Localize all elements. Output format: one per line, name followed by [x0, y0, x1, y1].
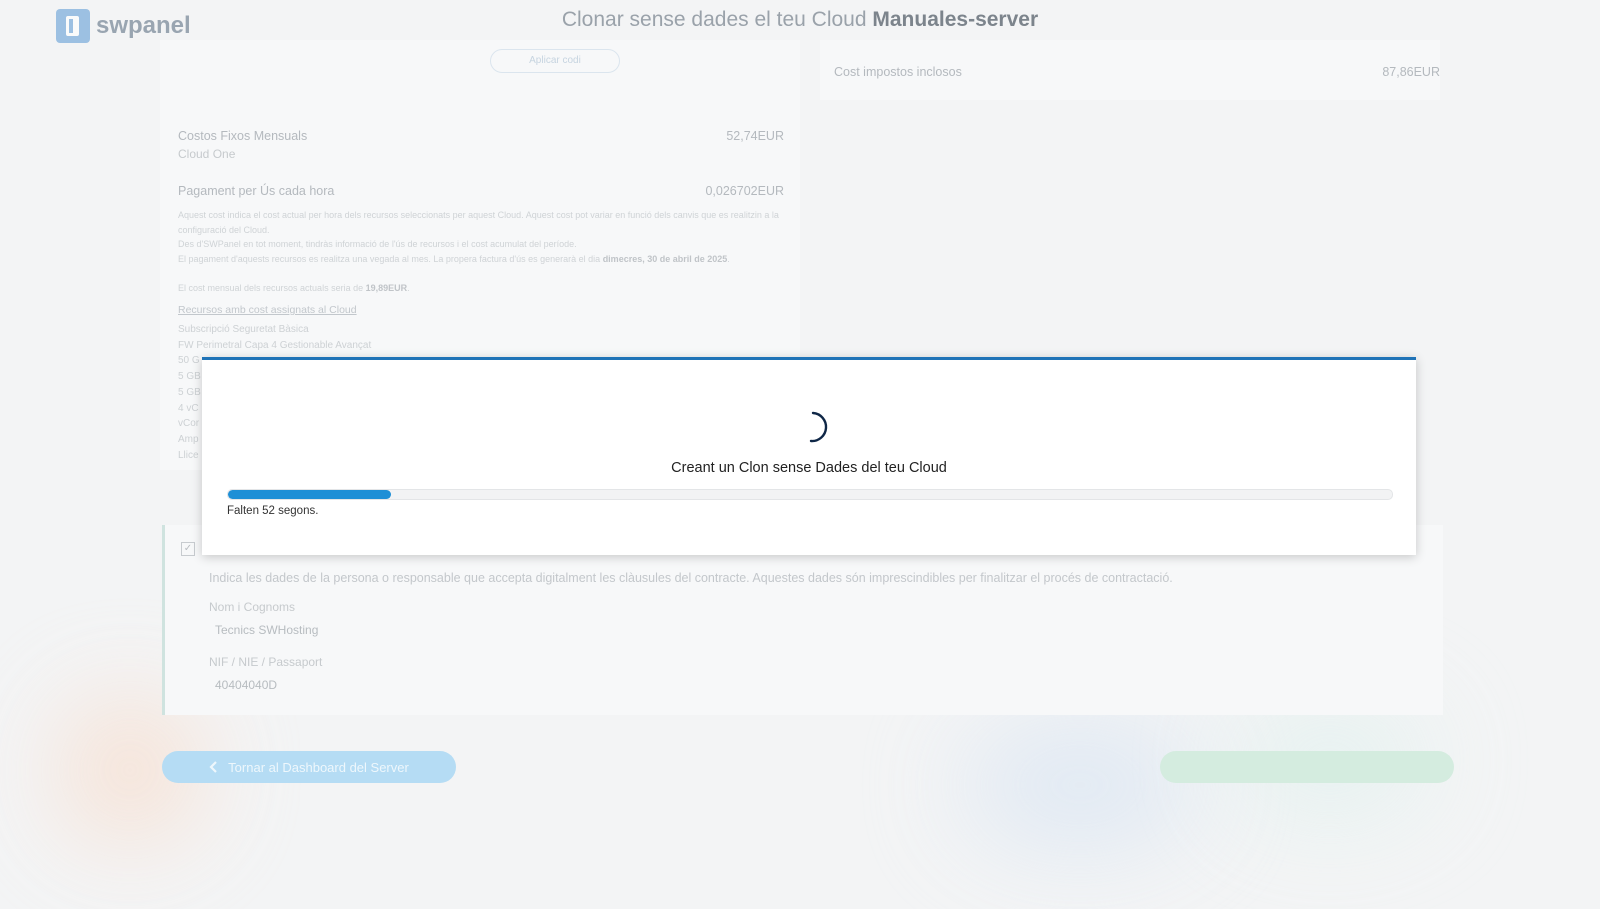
tax-row: Cost impostos inclosos 87,86EUR: [834, 65, 1440, 79]
hourly-note-3: El pagament d'aquests recursos es realit…: [178, 252, 784, 267]
name-field[interactable]: Tecnics SWHosting: [215, 623, 318, 637]
progress-bar: [227, 489, 1393, 500]
name-label: Nom i Cognoms: [209, 600, 296, 614]
page-title: Clonar sense dades el teu Cloud Manuales…: [0, 8, 1600, 32]
apply-code-button[interactable]: Aplicar codi: [490, 49, 620, 73]
tax-label: Cost impostos inclosos: [834, 65, 962, 79]
fixed-costs-row: Costos Fixos Mensuals 52,74EUR: [178, 129, 784, 143]
hourly-note-1: Aquest cost indica el cost actual per ho…: [178, 210, 779, 235]
hourly-note-4: El cost mensual dels recursos actuals se…: [178, 281, 784, 296]
fixed-costs-value: 52,74EUR: [726, 129, 784, 143]
fixed-costs-label: Costos Fixos Mensuals: [178, 129, 308, 143]
fixed-costs-plan: Cloud One: [178, 147, 236, 161]
hourly-cost-label: Pagament per Ús cada hora: [178, 184, 335, 198]
id-field[interactable]: 40404040D: [215, 678, 277, 692]
resource-item: FW Perimetral Capa 4 Gestionable Avançat: [178, 339, 372, 351]
page-title-server: Manuales-server: [872, 8, 1039, 31]
progress-bar-fill: [228, 490, 391, 499]
bg-blob: [960, 720, 1200, 850]
page-title-prefix: Clonar sense dades el teu Cloud: [561, 8, 873, 31]
note-3-suffix: .: [727, 254, 730, 264]
chevron-left-icon: [209, 761, 217, 773]
hourly-cost-row: Pagament per Ús cada hora 0,026702EUR: [178, 184, 784, 198]
back-to-dashboard-button[interactable]: Tornar al Dashboard del Server: [162, 751, 456, 783]
back-button-label: Tornar al Dashboard del Server: [228, 759, 409, 775]
id-label: NIF / NIE / Passaport: [209, 655, 323, 669]
clone-progress-modal: Creant un Clon sense Dades del teu Cloud…: [202, 357, 1416, 555]
next-invoice-date: dimecres, 30 de abril de 2025: [602, 254, 728, 264]
remaining-time: Falten 52 segons.: [227, 505, 319, 517]
hourly-cost-value: 0,026702EUR: [705, 184, 784, 198]
resources-link[interactable]: Recursos amb cost assignats al Cloud: [178, 304, 357, 316]
note-4-prefix: El cost mensual dels recursos actuals se…: [178, 283, 366, 293]
continue-button[interactable]: [1160, 751, 1454, 783]
monthly-estimate: 19,89EUR: [365, 283, 408, 293]
accept-terms-checkbox[interactable]: ✓: [181, 542, 195, 556]
note-3-prefix: El pagament d'aquests recursos es realit…: [178, 254, 603, 264]
contract-instruction: Indica les dades de la persona o respons…: [209, 571, 1173, 585]
resource-item: Subscripció Seguretat Bàsica: [178, 324, 309, 335]
note-4-suffix: .: [407, 283, 410, 293]
hourly-note-2: Des d'SWPanel en tot moment, tindràs inf…: [178, 239, 577, 249]
modal-title: Creant un Clon sense Dades del teu Cloud: [671, 460, 947, 476]
tax-value: 87,86EUR: [1382, 65, 1440, 79]
loading-spinner-icon: [809, 411, 828, 443]
